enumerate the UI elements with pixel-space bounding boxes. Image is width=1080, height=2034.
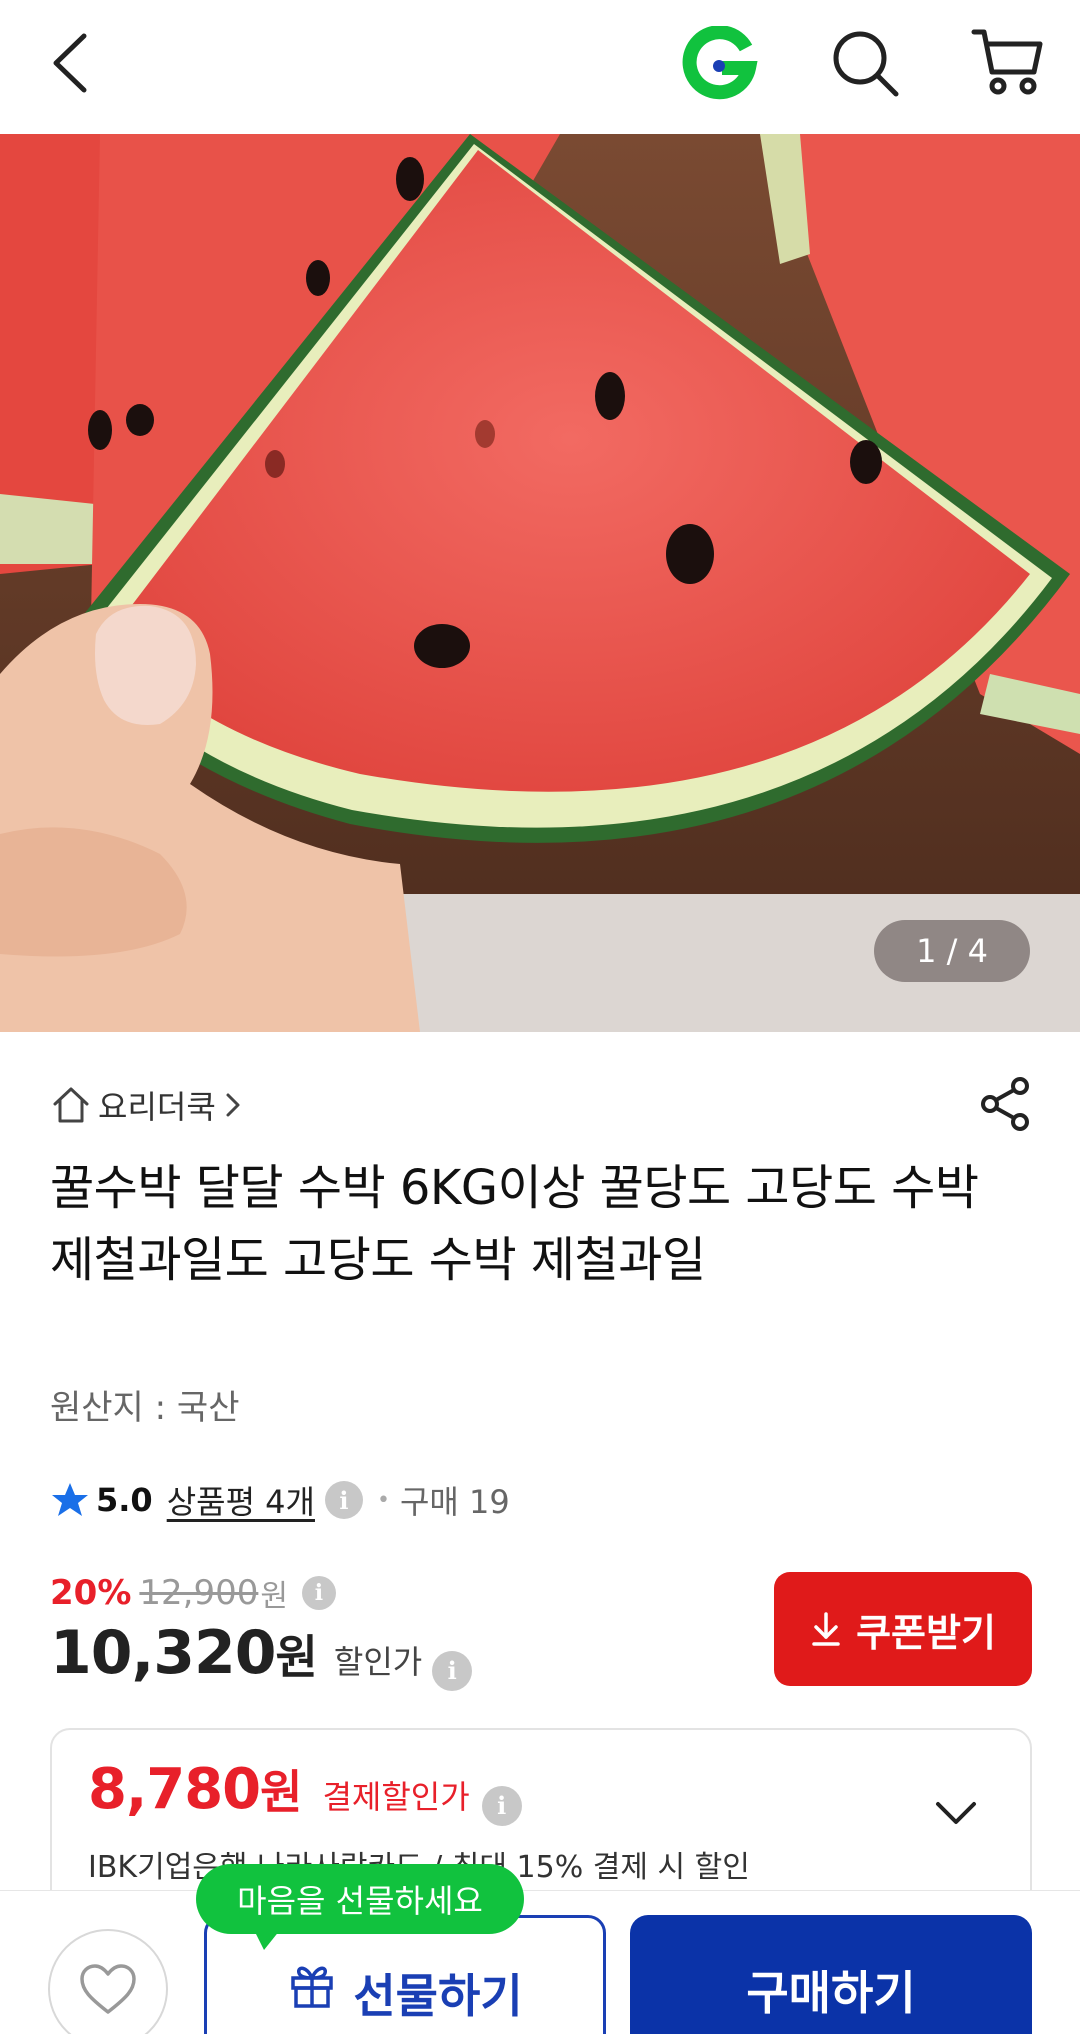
info-icon[interactable]: i [432, 1650, 473, 1691]
wishlist-button[interactable] [48, 1929, 168, 2034]
discount-row: 20% 12,900 원 i [50, 1568, 336, 1618]
review-count-link[interactable]: 상품평 4개 [167, 1477, 315, 1523]
heart-icon [80, 1964, 136, 2014]
info-icon[interactable]: i [481, 1785, 522, 1826]
sale-price-unit: 원 [275, 1630, 318, 1684]
sale-price: 10,320 [50, 1618, 277, 1688]
chevron-right-icon [226, 1093, 240, 1117]
separator-dot: • [376, 1487, 390, 1513]
payment-discount-price-row: 8,780 원 결제할인가 i [88, 1756, 522, 1826]
tooltip-tail [254, 1930, 280, 1950]
image-counter: 1 / 4 [874, 920, 1030, 982]
buy-button-label: 구매하기 [746, 1966, 916, 2020]
star-icon [52, 1483, 88, 1516]
gift-tooltip-text: 마음을 선물하세요 [237, 1882, 483, 1920]
search-icon [833, 31, 899, 97]
coupon-download-button[interactable]: 쿠폰받기 [774, 1572, 1032, 1686]
rating-row: 5.0 상품평 4개 i • 구매 19 [50, 1476, 510, 1524]
back-button[interactable] [44, 28, 104, 98]
original-price: 12,900 [139, 1573, 259, 1613]
watermelon-product-photo [0, 134, 1080, 1032]
sale-price-label: 할인가 [333, 1643, 423, 1681]
store-link[interactable]: 요리더쿡 [50, 1080, 244, 1130]
info-icon[interactable]: i [324, 1481, 363, 1519]
product-title: 꿀수박 달달 수박 6KG이상 꿀당도 고당도 수박 제철과일도 고당도 수박 … [50, 1160, 979, 1288]
search-button[interactable] [828, 26, 902, 100]
product-origin: 원산지 : 국산 [50, 1388, 240, 1428]
sale-price-row: 10,320 원 할인가 i [50, 1618, 473, 1691]
gmarket-logo[interactable] [680, 25, 758, 104]
info-icon[interactable]: i [301, 1576, 336, 1610]
chevron-left-icon [53, 33, 87, 93]
bottom-action-bar: 선물하기 구매하기 [0, 1890, 1080, 2034]
rating-score: 5.0 [96, 1481, 153, 1519]
top-app-bar [0, 0, 1080, 134]
chevron-down-icon[interactable] [932, 1796, 980, 1830]
cart-button[interactable] [970, 24, 1046, 100]
payment-discount-price: 8,780 [88, 1757, 261, 1822]
original-price-unit: 원 [260, 1579, 288, 1614]
gift-button-label: 선물하기 [353, 1969, 523, 2023]
cart-icon [971, 29, 1043, 95]
payment-discount-label: 결제할인가 [322, 1778, 470, 1816]
discount-rate: 20% [50, 1573, 132, 1613]
gift-tooltip: 마음을 선물하세요 [196, 1864, 524, 1950]
share-icon [981, 1077, 1029, 1131]
store-name: 요리더쿡 [98, 1088, 216, 1126]
share-button[interactable] [976, 1074, 1036, 1134]
gmarket-g-logo-icon [682, 25, 758, 100]
product-image-gallery[interactable]: 1 / 4 [0, 134, 1080, 1032]
coupon-button-label: 쿠폰받기 [856, 1610, 996, 1655]
download-arrow-icon [812, 1612, 840, 1646]
purchase-count: 구매 19 [399, 1483, 510, 1521]
buy-button[interactable]: 구매하기 [630, 1915, 1032, 2034]
gift-icon [291, 1966, 334, 2008]
payment-discount-unit: 원 [260, 1765, 303, 1819]
home-icon [53, 1087, 89, 1123]
